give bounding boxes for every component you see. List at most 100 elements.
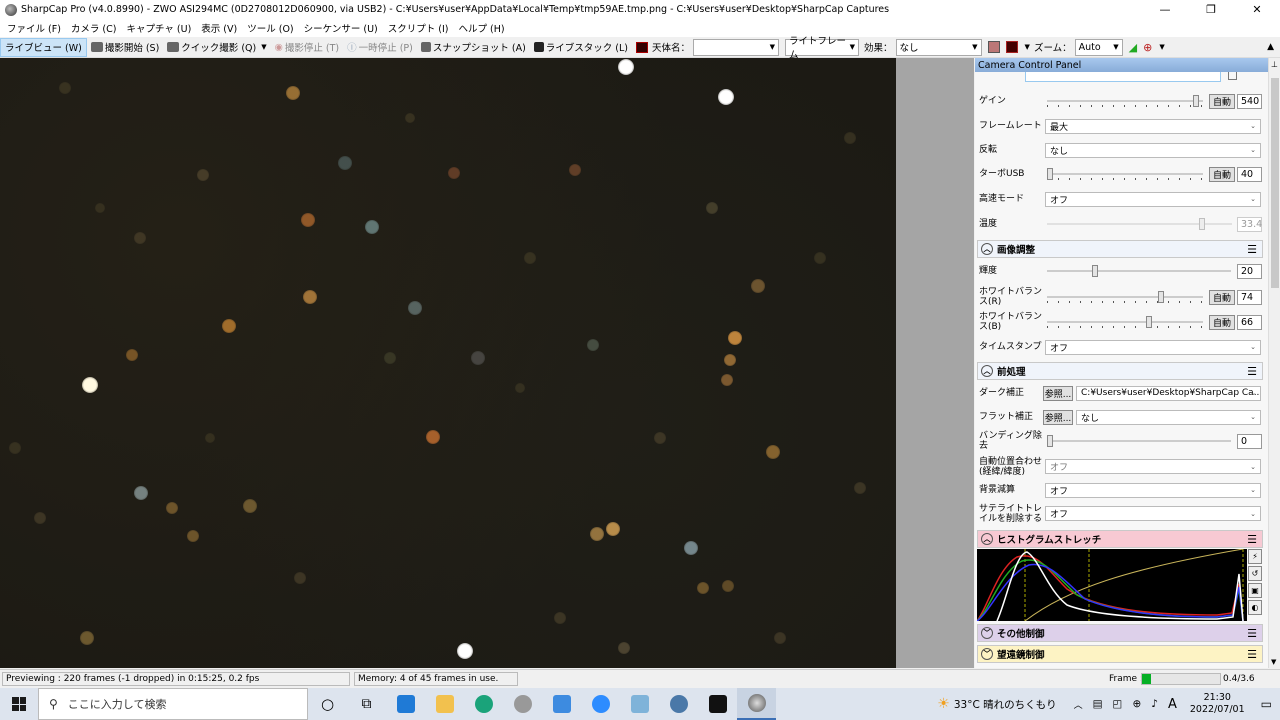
wb-red-slider-knob[interactable] — [1158, 291, 1164, 303]
snapshot-button[interactable]: スナップショット (A) — [417, 38, 530, 57]
task-view-icon[interactable]: ⧉ — [347, 688, 386, 720]
brightness-value[interactable]: 20 — [1237, 263, 1262, 279]
store-icon[interactable] — [542, 688, 581, 720]
turbo-usb-value[interactable]: 40 — [1237, 166, 1262, 182]
panel-top-checkbox[interactable] — [1228, 72, 1237, 80]
panel-scrollbar[interactable]: ⊥ ▼ — [1268, 58, 1280, 668]
red-display-icon[interactable] — [636, 41, 649, 53]
red-grid-icon[interactable] — [1005, 41, 1018, 53]
menu-tools[interactable]: ツール (O) — [242, 21, 298, 35]
wb-blue-auto-button[interactable]: 自動 — [1209, 314, 1235, 330]
chrome-like-icon[interactable] — [503, 688, 542, 720]
quick-capture-button[interactable]: クイック撮影 (Q) ▼ — [163, 38, 270, 57]
menu-view[interactable]: 表示 (V) — [196, 21, 242, 35]
taskbar-search-box[interactable]: ⚲ ここに入力して検索 — [38, 688, 308, 720]
brightness-slider-knob[interactable] — [1092, 265, 1098, 277]
live-stack-button[interactable]: ライブスタック (L) — [530, 38, 632, 57]
frame-type-combo[interactable]: ライトフレーム ▼ — [785, 36, 860, 61]
telescope-control-section-header[interactable]: ﹀ 望遠鏡制御 ☰ — [977, 645, 1263, 663]
live-image-viewer[interactable] — [0, 58, 896, 668]
turbo-usb-slider-knob[interactable] — [1047, 168, 1053, 180]
zoom-app-icon[interactable] — [581, 688, 620, 720]
python-app-icon[interactable] — [659, 688, 698, 720]
cortana-icon[interactable]: ○ — [308, 688, 347, 720]
wb-red-slider[interactable] — [1047, 291, 1203, 303]
flat-browse-button[interactable]: 参照... — [1043, 409, 1073, 425]
weather-text[interactable]: 33°C 晴れのちくもり — [954, 697, 1057, 712]
timestamp-combo[interactable]: オフ ⌄ — [1045, 339, 1261, 355]
ime-indicator[interactable]: A — [1168, 697, 1177, 712]
misc-control-section-header[interactable]: ﹀ その他制御 ☰ — [977, 624, 1263, 642]
turbo-usb-slider[interactable] — [1047, 168, 1203, 180]
hamburger-menu-icon[interactable]: ☰ — [1247, 533, 1257, 546]
weather-icon[interactable]: ☀ — [937, 696, 950, 712]
menu-sequencer[interactable]: シーケンサー (U) — [299, 21, 383, 35]
hamburger-menu-icon[interactable]: ☰ — [1247, 648, 1257, 661]
hamburger-menu-icon[interactable]: ☰ — [1247, 627, 1257, 640]
dark-browse-button[interactable]: 参照... — [1043, 385, 1073, 401]
histogram-section-header[interactable]: ︿ ヒストグラムストレッチ ☰ — [977, 530, 1263, 548]
wb-red-value[interactable]: 74 — [1237, 289, 1262, 305]
close-button[interactable]: ✕ — [1234, 0, 1280, 19]
wb-blue-slider[interactable] — [1047, 316, 1203, 328]
banding-value[interactable]: 0 — [1237, 433, 1262, 449]
hamburger-menu-icon[interactable]: ☰ — [1247, 243, 1257, 256]
app-tray-icon[interactable]: ◰ — [1113, 698, 1123, 710]
start-capture-button[interactable]: 撮影開始 (S) — [87, 38, 163, 57]
magnifier-icon[interactable]: ⊕ — [1143, 41, 1152, 54]
chevron-up-icon[interactable]: ︿ — [981, 243, 993, 255]
minimize-button[interactable]: — — [1142, 0, 1188, 19]
menu-scripting[interactable]: スクリプト (I) — [383, 21, 454, 35]
flat-correction-combo[interactable]: なし ⌄ — [1076, 409, 1261, 425]
panel-scrollbar-thumb[interactable] — [1271, 78, 1279, 288]
file-explorer-icon[interactable] — [425, 688, 464, 720]
reset-icon[interactable]: ↺ — [1248, 566, 1262, 581]
network-icon[interactable]: ▤ — [1093, 698, 1103, 710]
volume-icon[interactable]: ♪ — [1151, 698, 1158, 710]
banding-slider[interactable] — [1047, 435, 1231, 447]
gain-value[interactable]: 540 — [1237, 93, 1262, 109]
preprocess-section-header[interactable]: ︿ 前処理 ☰ — [977, 362, 1263, 380]
gain-auto-button[interactable]: 自動 — [1209, 93, 1235, 109]
color-picker-icon[interactable] — [987, 41, 1000, 53]
chevron-down-icon[interactable]: ▼ — [1025, 43, 1030, 51]
stellarium-icon[interactable] — [698, 688, 737, 720]
taskbar-clock[interactable]: 21:30 2022/07/01 — [1190, 692, 1245, 716]
stop-capture-button[interactable]: ◉ 撮影停止 (T) — [271, 38, 344, 57]
tray-overflow-icon[interactable]: ︿ — [1074, 698, 1083, 711]
zoom-combo[interactable]: Auto ▼ — [1074, 38, 1123, 56]
toolbar-collapse-icon[interactable]: ▲ — [1267, 42, 1274, 52]
image-adjust-section-header[interactable]: ︿ 画像調整 ☰ — [977, 240, 1263, 258]
histogram-chart[interactable] — [977, 549, 1247, 621]
effect-combo[interactable]: なし ▼ — [895, 38, 982, 56]
edge-icon[interactable] — [464, 688, 503, 720]
menu-camera[interactable]: カメラ (C) — [66, 21, 122, 35]
chevron-up-icon[interactable]: ︿ — [981, 533, 993, 545]
brightness-slider[interactable] — [1047, 265, 1231, 277]
sat-trail-combo[interactable]: オフ ⌄ — [1045, 506, 1261, 521]
frame-rate-combo[interactable]: 最大 ⌄ — [1045, 118, 1261, 134]
scroll-down-arrow[interactable]: ▼ — [1271, 658, 1276, 666]
wb-red-auto-button[interactable]: 自動 — [1209, 289, 1235, 305]
bg-subtract-combo[interactable]: オフ ⌄ — [1045, 482, 1261, 498]
wb-blue-slider-knob[interactable] — [1146, 316, 1152, 328]
menu-file[interactable]: ファイル (F) — [2, 21, 66, 35]
histogram-icon[interactable]: ◢ — [1129, 41, 1137, 54]
pin-icon[interactable]: ⊥ — [1271, 60, 1278, 69]
menu-capture[interactable]: キャプチャ (U) — [121, 21, 196, 35]
maximize-button[interactable]: ❐ — [1188, 0, 1234, 19]
target-name-combo[interactable]: ▼ — [693, 38, 780, 56]
pause-button[interactable]: Ⓘ 一時停止 (P) — [343, 38, 417, 57]
notifications-icon[interactable]: ▭ — [1261, 697, 1272, 711]
contrast-icon[interactable]: ◐ — [1248, 600, 1262, 615]
mail-icon[interactable] — [386, 688, 425, 720]
chevron-down-icon[interactable]: ▼ — [261, 43, 266, 51]
menu-help[interactable]: ヘルプ (H) — [453, 21, 509, 35]
sharpcap-taskbar-icon[interactable] — [737, 688, 776, 720]
dark-correction-combo[interactable]: C:¥Users¥user¥Desktop¥SharpCap Ca... ⌄ — [1076, 385, 1261, 401]
notes-app-icon[interactable] — [620, 688, 659, 720]
turbo-usb-auto-button[interactable]: 自動 — [1209, 166, 1235, 182]
chevron-up-icon[interactable]: ︿ — [981, 365, 993, 377]
globe-icon[interactable]: ⊕ — [1132, 698, 1141, 710]
lightning-icon[interactable]: ⚡ — [1248, 549, 1262, 564]
